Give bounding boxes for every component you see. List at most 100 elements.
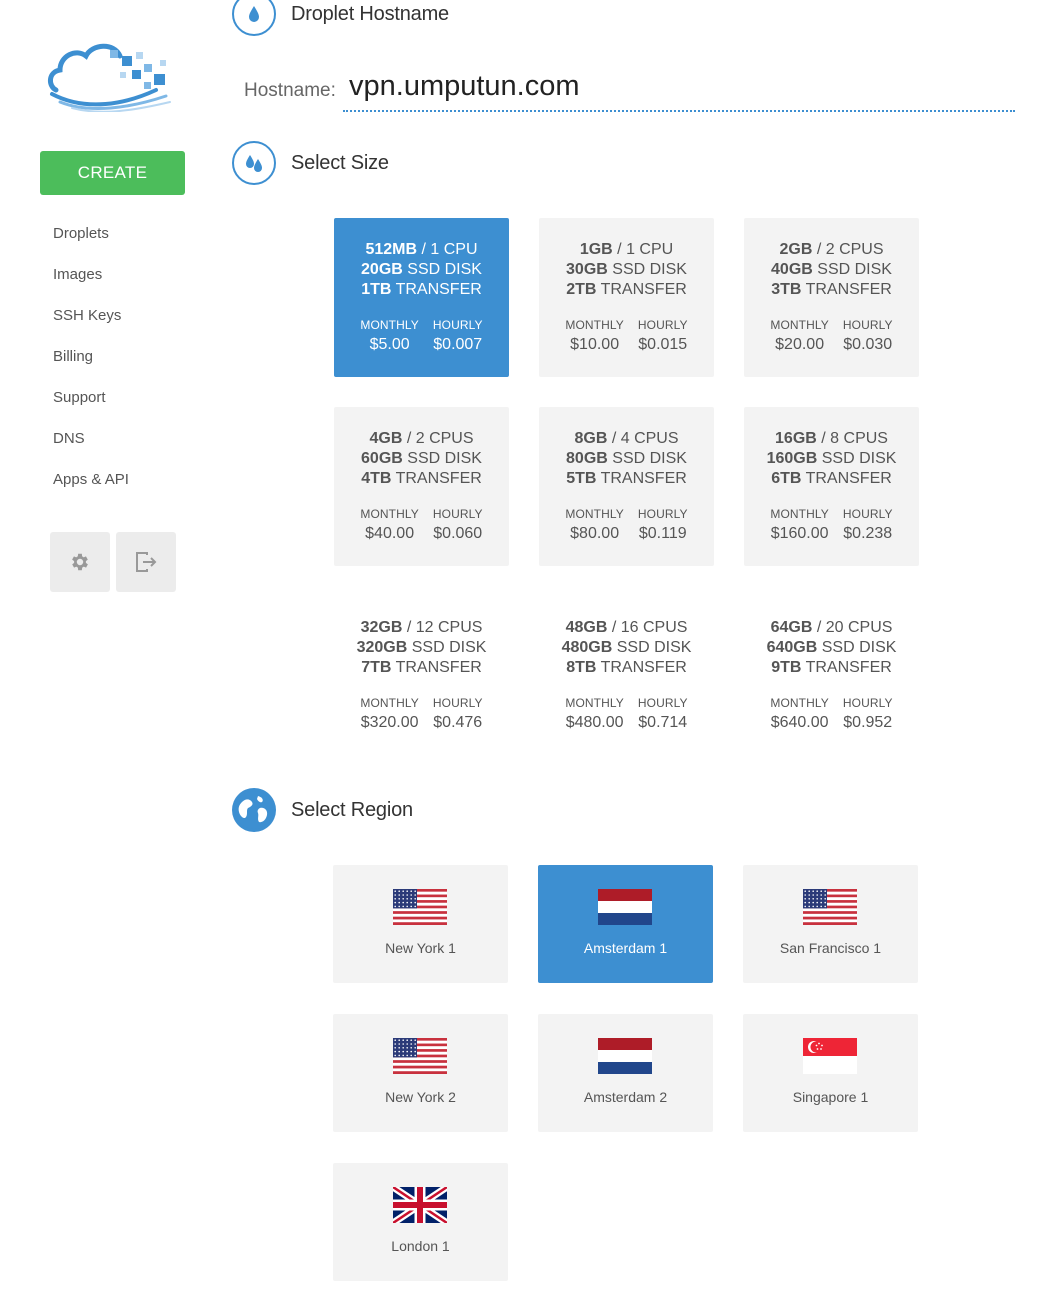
region-card[interactable]: Amsterdam 2 — [538, 1014, 713, 1132]
size-card[interactable]: 2GB / 2 CPUS 40GB SSD DISK 3TB TRANSFER MON… — [744, 218, 919, 377]
size-card[interactable]: 16GB / 8 CPUS 160GB SSD DISK 6TB TRANSFER M… — [744, 407, 919, 566]
region-card[interactable]: Amsterdam 1 — [538, 865, 713, 983]
monthly-label: MONTHLY — [565, 507, 624, 521]
size-cpu: 8 CPUS — [830, 430, 888, 447]
size-ram: 16GB — [775, 430, 817, 447]
monthly-price: $160.00 — [770, 525, 829, 542]
monthly-price: $40.00 — [365, 525, 415, 542]
gear-icon — [72, 553, 88, 571]
size-disk: 160GB — [766, 450, 818, 467]
monthly-label: MONTHLY — [565, 318, 624, 332]
size-card[interactable]: 4GB / 2 CPUS 60GB SSD DISK 4TB TRANSFER MON… — [334, 407, 509, 566]
sidebar-item-ssh-keys[interactable]: SSH Keys — [53, 306, 129, 347]
size-disk-suffix: SSD DISK — [821, 450, 897, 467]
create-button[interactable]: CREATE — [40, 151, 185, 195]
region-card[interactable]: New York 2 — [333, 1014, 508, 1132]
region-card[interactable]: New York 1 — [333, 865, 508, 983]
globe-icon — [232, 788, 276, 832]
hourly-price: $0.119 — [638, 525, 687, 542]
sidebar-item-droplets[interactable]: Droplets — [53, 224, 129, 265]
size-disk: 40GB — [771, 261, 813, 278]
size-transfer: 7TB — [361, 659, 392, 676]
hourly-price: $0.007 — [433, 336, 483, 353]
region-name: London 1 — [391, 1238, 450, 1254]
hourly-label: HOURLY — [637, 318, 688, 332]
monthly-price: $320.00 — [360, 714, 419, 731]
size-disk: 640GB — [766, 639, 818, 656]
size-transfer-suffix: TRANSFER — [395, 281, 482, 298]
hostname-input[interactable] — [343, 66, 1015, 112]
size-transfer-suffix: TRANSFER — [600, 470, 687, 487]
size-transfer-suffix: TRANSFER — [805, 659, 892, 676]
region-card[interactable]: Singapore 1 — [743, 1014, 918, 1132]
hourly-label: HOURLY — [842, 318, 893, 332]
size-card[interactable]: 48GB / 16 CPUS 480GB SSD DISK 8TB TRANSFER… — [539, 596, 714, 755]
size-specs: 2GB / 2 CPUS 40GB SSD DISK 3TB TRANSFER — [771, 241, 892, 298]
sidebar-item-apps-api[interactable]: Apps & API — [53, 470, 129, 511]
size-card[interactable]: 8GB / 4 CPUS 80GB SSD DISK 5TB TRANSFER MON… — [539, 407, 714, 566]
monthly-price: $80.00 — [570, 525, 620, 542]
size-transfer: 1TB — [361, 281, 392, 298]
size-cpu: 4 CPUS — [620, 430, 679, 447]
sidebar-item-support[interactable]: Support — [53, 388, 129, 429]
region-name: New York 1 — [385, 940, 456, 956]
logout-button[interactable] — [116, 532, 176, 592]
settings-button[interactable] — [50, 532, 110, 592]
sidebar-item-images[interactable]: Images — [53, 265, 129, 306]
droplet-icon — [232, 0, 276, 36]
sg-flag-icon — [803, 1038, 857, 1074]
size-specs: 16GB / 8 CPUS 160GB SSD DISK 6TB TRANSFER — [766, 430, 897, 487]
size-transfer-suffix: TRANSFER — [395, 659, 482, 676]
size-disk-suffix: SSD DISK — [407, 450, 482, 467]
size-disk-suffix: SSD DISK — [411, 639, 487, 656]
size-prices: MONTHLY $10.00 HOURLY $0.015 — [539, 318, 714, 354]
size-cpu: 1 CPU — [430, 241, 478, 258]
hourly-price: $0.030 — [843, 336, 893, 353]
region-card[interactable]: San Francisco 1 — [743, 865, 918, 983]
size-card[interactable]: 32GB / 12 CPUS 320GB SSD DISK 7TB TRANSFER… — [334, 596, 509, 755]
hourly-price: $0.476 — [433, 714, 483, 731]
monthly-label: MONTHLY — [770, 507, 829, 521]
sidebar-nav: Droplets Images SSH Keys Billing Support… — [53, 224, 129, 511]
sidebar-item-billing[interactable]: Billing — [53, 347, 129, 388]
monthly-label: MONTHLY — [770, 318, 829, 332]
size-transfer-suffix: TRANSFER — [805, 470, 892, 487]
size-specs: 8GB / 4 CPUS 80GB SSD DISK 5TB TRANSFER — [566, 430, 687, 487]
sidebar-item-dns[interactable]: DNS — [53, 429, 129, 470]
hostname-label: Hostname: — [244, 80, 336, 101]
size-ram: 4GB — [369, 430, 403, 447]
region-card[interactable]: London 1 — [333, 1163, 508, 1281]
us-flag-icon — [393, 1038, 447, 1074]
size-disk-suffix: SSD DISK — [616, 639, 692, 656]
hourly-price: $0.060 — [433, 525, 483, 542]
size-disk: 320GB — [356, 639, 408, 656]
size-transfer-suffix: TRANSFER — [600, 281, 687, 298]
digitalocean-logo[interactable] — [46, 38, 180, 113]
size-disk-suffix: SSD DISK — [612, 450, 687, 467]
us-flag-icon — [393, 889, 447, 925]
size-prices: MONTHLY $480.00 HOURLY $0.714 — [539, 696, 714, 732]
size-disk: 20GB — [361, 261, 403, 278]
region-section-header: Select Region — [232, 788, 413, 832]
size-ram: 48GB — [565, 619, 608, 636]
hostname-heading: Droplet Hostname — [291, 2, 449, 25]
size-disk: 480GB — [561, 639, 613, 656]
size-card[interactable]: 512MB / 1 CPU 20GB SSD DISK 1TB TRANSFER MO… — [334, 218, 509, 377]
uk-flag-icon — [393, 1187, 447, 1223]
size-transfer: 3TB — [771, 281, 802, 298]
region-heading: Select Region — [291, 798, 413, 821]
size-card[interactable]: 1GB / 1 CPU 30GB SSD DISK 2TB TRANSFER MONT… — [539, 218, 714, 377]
size-disk: 60GB — [361, 450, 403, 467]
size-ram: 32GB — [360, 619, 403, 636]
monthly-label: MONTHLY — [770, 696, 829, 710]
monthly-label: MONTHLY — [360, 507, 419, 521]
size-prices: MONTHLY $20.00 HOURLY $0.030 — [744, 318, 919, 354]
size-prices: MONTHLY $80.00 HOURLY $0.119 — [539, 507, 714, 543]
nl-flag-icon — [598, 1038, 652, 1074]
hourly-price: $0.015 — [638, 336, 688, 353]
hourly-label: HOURLY — [432, 507, 483, 521]
size-disk: 30GB — [566, 261, 608, 278]
size-card[interactable]: 64GB / 20 CPUS 640GB SSD DISK 9TB TRANSFER… — [744, 596, 919, 755]
size-prices: MONTHLY $320.00 HOURLY $0.476 — [334, 696, 509, 732]
hourly-label: HOURLY — [637, 696, 688, 710]
